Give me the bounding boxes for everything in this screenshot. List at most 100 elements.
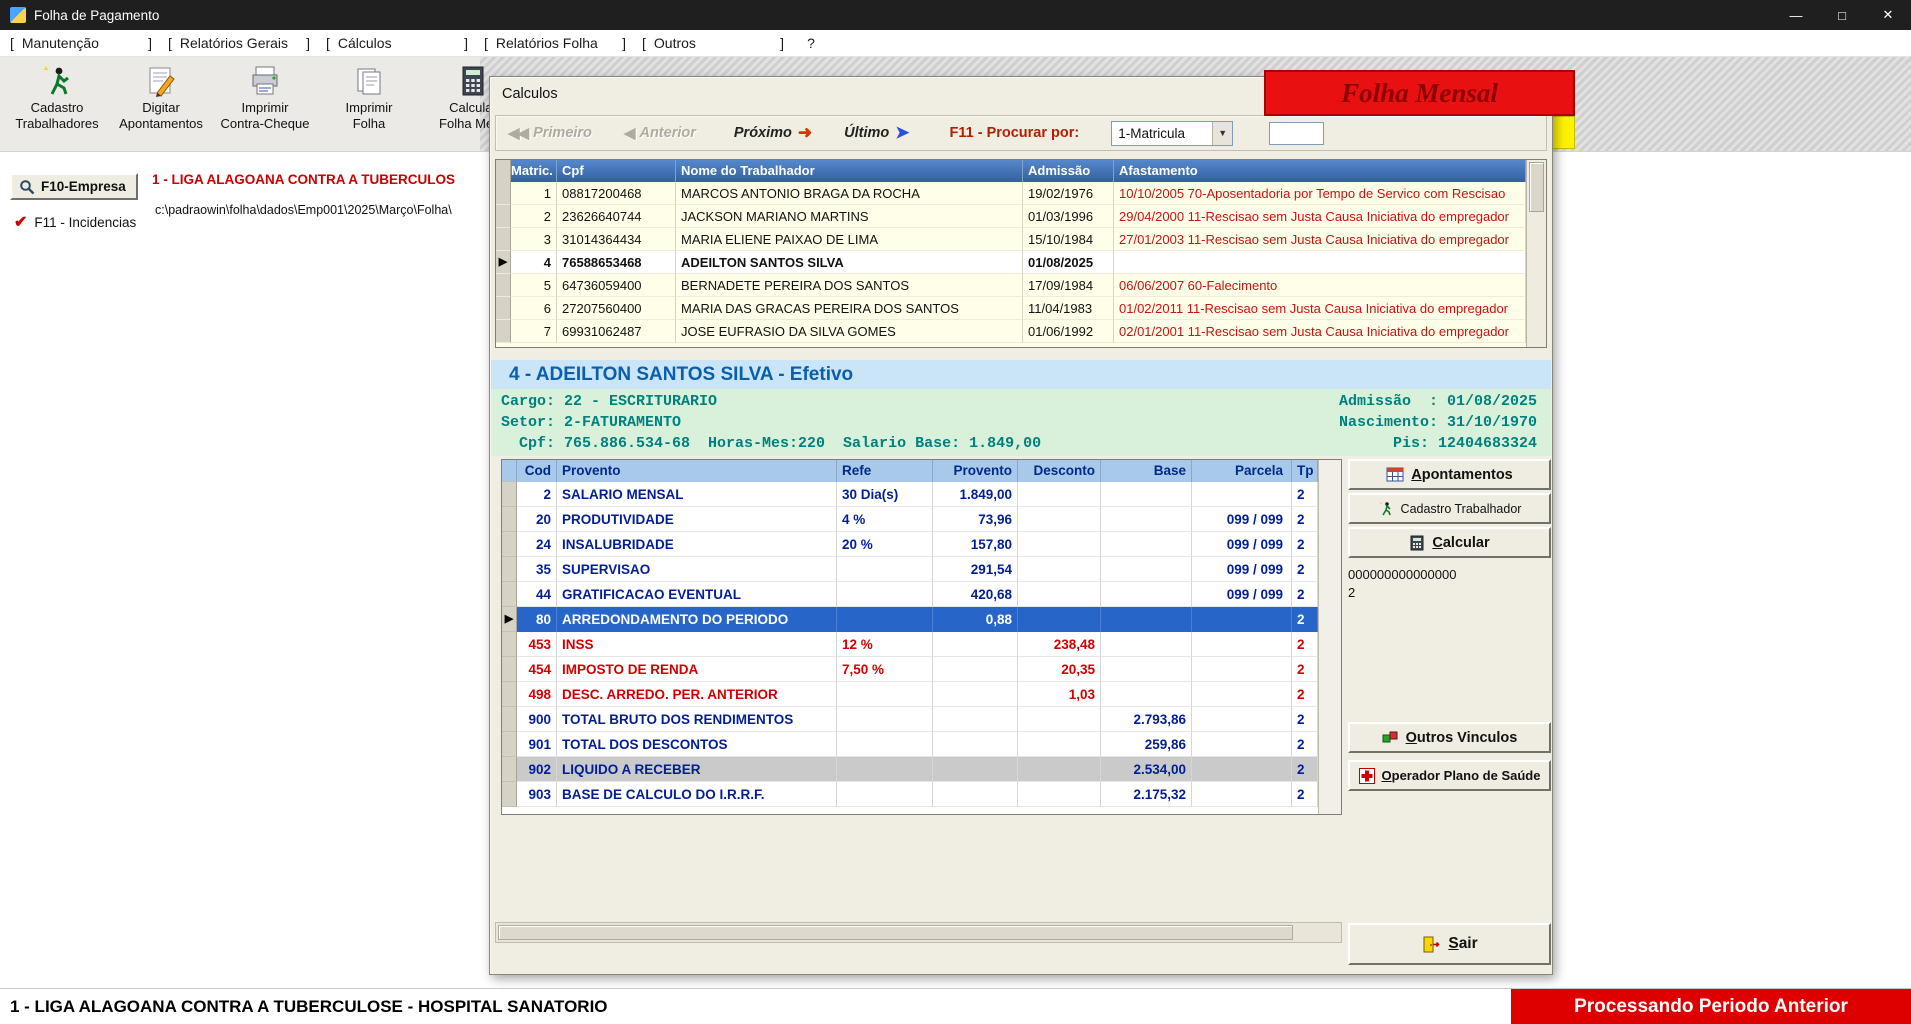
- payroll-refe-cell: [837, 607, 933, 632]
- minimize-button[interactable]: —: [1773, 0, 1819, 30]
- row-marker-cell: [496, 274, 511, 297]
- column-header-refe: Refe: [837, 460, 933, 482]
- menu-item[interactable]: ?: [800, 35, 822, 51]
- menu-item[interactable]: [ Outros ]: [642, 35, 784, 51]
- payroll-row[interactable]: 900 TOTAL BRUTO DOS RENDIMENTOS 2.793,86…: [502, 707, 1318, 732]
- payroll-desc-cell: INSS: [557, 632, 837, 657]
- worker-row[interactable]: 1 08817200468 MARCOS ANTONIO BRAGA DA RO…: [496, 182, 1526, 205]
- payroll-row[interactable]: 2 SALARIO MENSAL 30 Dia(s) 1.849,00 2: [502, 482, 1318, 507]
- toolbar-button-imprimir-folha[interactable]: Imprimir Folha: [320, 60, 418, 132]
- worker-row[interactable]: 5 64736059400 BERNADETE PEREIRA DOS SANT…: [496, 274, 1526, 297]
- menu-bracket-open: [: [484, 35, 488, 51]
- nav-item[interactable]: Próximo ➜: [728, 123, 812, 143]
- scrollbar-thumb[interactable]: [1529, 162, 1544, 212]
- payroll-scroll-strip[interactable]: [1318, 460, 1341, 814]
- horizontal-scrollbar[interactable]: [495, 922, 1342, 943]
- employee-header: 4 - ADEILTON SANTOS SILVA - Efetivo: [491, 360, 1551, 389]
- payroll-base-cell: [1101, 482, 1192, 507]
- payroll-refe-cell: [837, 782, 933, 807]
- payroll-row[interactable]: 24 INSALUBRIDADE 20 % 157,80 099 / 099 2: [502, 532, 1318, 557]
- menu-item[interactable]: [ Cálculos ]: [326, 35, 468, 51]
- worker-afastamento-cell: 29/04/2000 11-Rescisao sem Justa Causa I…: [1114, 205, 1526, 228]
- row-marker-cell: [502, 782, 517, 807]
- row-marker-cell: [502, 682, 517, 707]
- row-marker-cell: [502, 507, 517, 532]
- row-marker-cell: [502, 757, 517, 782]
- payroll-row[interactable]: 35 SUPERVISAO 291,54 099 / 099 2: [502, 557, 1318, 582]
- f11-incidencias-label[interactable]: ✔ F11 - Incidencias: [14, 212, 136, 232]
- calcular-button[interactable]: Calcular: [1348, 527, 1551, 558]
- worker-cpf-cell: 31014364434: [557, 228, 676, 251]
- search-type-combobox[interactable]: 1-Matricula ▼: [1111, 121, 1233, 146]
- worker-row[interactable]: 7 69931062487 JOSE EUFRASIO DA SILVA GOM…: [496, 320, 1526, 343]
- payroll-parcela-cell: 099 / 099: [1192, 532, 1292, 557]
- payroll-base-cell: [1101, 657, 1192, 682]
- payroll-row[interactable]: ▶ 80 ARREDONDAMENTO DO PERIODO 0,88 2: [502, 607, 1318, 632]
- worker-cpf-cell: 23626640744: [557, 205, 676, 228]
- payroll-row[interactable]: 44 GRATIFICACAO EVENTUAL 420,68 099 / 09…: [502, 582, 1318, 607]
- search-input[interactable]: [1269, 122, 1324, 145]
- workers-vertical-scrollbar[interactable]: [1526, 160, 1546, 347]
- payroll-row[interactable]: 902 LIQUIDO A RECEBER 2.534,00 2: [502, 757, 1318, 782]
- toolbar-button-cadastro-trabalhadores[interactable]: Cadastro Trabalhadores: [8, 60, 106, 132]
- worker-matric-cell: 7: [511, 320, 557, 343]
- payroll-row[interactable]: 903 BASE DE CALCULO DO I.R.R.F. 2.175,32…: [502, 782, 1318, 807]
- nav-arrow-icon: ◀◀: [508, 124, 527, 142]
- chevron-down-icon[interactable]: ▼: [1212, 122, 1232, 145]
- menu-item[interactable]: [ Manutenção ]: [10, 35, 152, 51]
- menu-item-label: Outros: [654, 35, 780, 51]
- company-name-label: 1 - LIGA ALAGOANA CONTRA A TUBERCULOS: [152, 172, 487, 187]
- write-note-icon: [144, 64, 178, 98]
- f10-empresa-button[interactable]: F10-Empresa: [10, 173, 138, 200]
- payroll-base-cell: 2.534,00: [1101, 757, 1192, 782]
- nav-arrow-icon: ➜: [798, 123, 812, 143]
- apontamentos-button[interactable]: Apontamentos: [1348, 459, 1551, 490]
- cadastro-trabalhador-button[interactable]: Cadastro Trabalhador: [1348, 493, 1551, 524]
- nav-item[interactable]: ◀◀ Primeiro: [508, 124, 598, 142]
- operador-plano-saude-button[interactable]: Operador Plano de Saúde: [1348, 760, 1551, 791]
- payroll-provento-cell: 420,68: [933, 582, 1018, 607]
- worker-nome-cell: JOSE EUFRASIO DA SILVA GOMES: [676, 320, 1023, 343]
- payroll-row[interactable]: 454 IMPOSTO DE RENDA 7,50 % 20,35 2: [502, 657, 1318, 682]
- row-marker-cell: [496, 182, 511, 205]
- worker-row[interactable]: 2 23626640744 JACKSON MARIANO MARTINS 01…: [496, 205, 1526, 228]
- close-button[interactable]: ✕: [1865, 0, 1911, 30]
- health-cross-icon: [1359, 768, 1375, 784]
- calc-debug-value: 2: [1348, 585, 1355, 600]
- menu-item[interactable]: [ Relatórios Gerais ]: [168, 35, 310, 51]
- employee-info-panel: Cargo: 22 - ESCRITURARIO Admissão : 01/0…: [491, 389, 1551, 456]
- column-header-provento: Provento: [933, 460, 1018, 482]
- payroll-desc-cell: DESC. ARREDO. PER. ANTERIOR: [557, 682, 837, 707]
- payroll-parcela-cell: [1192, 707, 1292, 732]
- nav-item[interactable]: ◀ Anterior: [624, 124, 702, 142]
- worker-run-icon: [1378, 501, 1394, 517]
- worker-row[interactable]: ▶ 4 76588653468 ADEILTON SANTOS SILVA 01…: [496, 251, 1526, 274]
- payroll-row[interactable]: 901 TOTAL DOS DESCONTOS 259,86 2: [502, 732, 1318, 757]
- payroll-parcela-cell: [1192, 757, 1292, 782]
- menu-item[interactable]: [ Relatórios Folha ]: [484, 35, 626, 51]
- payroll-provento-cell: [933, 682, 1018, 707]
- payroll-desconto-cell: [1018, 782, 1101, 807]
- sair-button[interactable]: Sair: [1348, 923, 1551, 965]
- worker-row[interactable]: 3 31014364434 MARIA ELIENE PAIXAO DE LIM…: [496, 228, 1526, 251]
- outros-vinculos-button[interactable]: Outros Vinculos: [1348, 722, 1551, 753]
- menubar: [ Manutenção ] [ Relatórios Gerais ] [ C…: [0, 30, 1911, 57]
- record-navigation-bar: ◀◀ Primeiro ◀ Anterior Próximo ➜ Último …: [495, 115, 1547, 151]
- row-marker-cell: ▶: [496, 251, 511, 274]
- payroll-row[interactable]: 20 PRODUTIVIDADE 4 % 73,96 099 / 099 2: [502, 507, 1318, 532]
- payroll-row[interactable]: 498 DESC. ARREDO. PER. ANTERIOR 1,03 2: [502, 682, 1318, 707]
- payroll-refe-cell: 4 %: [837, 507, 933, 532]
- toolbar-button-digitar-apontamentos[interactable]: Digitar Apontamentos: [112, 60, 210, 132]
- payroll-refe-cell: [837, 707, 933, 732]
- payroll-parcela-cell: 099 / 099: [1192, 582, 1292, 607]
- menu-bracket-close: ]: [780, 35, 784, 51]
- payroll-desconto-cell: 20,35: [1018, 657, 1101, 682]
- payroll-row[interactable]: 453 INSS 12 % 238,48 2: [502, 632, 1318, 657]
- toolbar-button-imprimir-contra-cheque[interactable]: Imprimir Contra-Cheque: [216, 60, 314, 132]
- scrollbar-thumb[interactable]: [498, 925, 1293, 940]
- nav-item[interactable]: Último ➤: [838, 123, 909, 143]
- payroll-cod-cell: 44: [517, 582, 557, 607]
- maximize-button[interactable]: □: [1819, 0, 1865, 30]
- worker-row[interactable]: 6 27207560400 MARIA DAS GRACAS PEREIRA D…: [496, 297, 1526, 320]
- payroll-refe-cell: [837, 757, 933, 782]
